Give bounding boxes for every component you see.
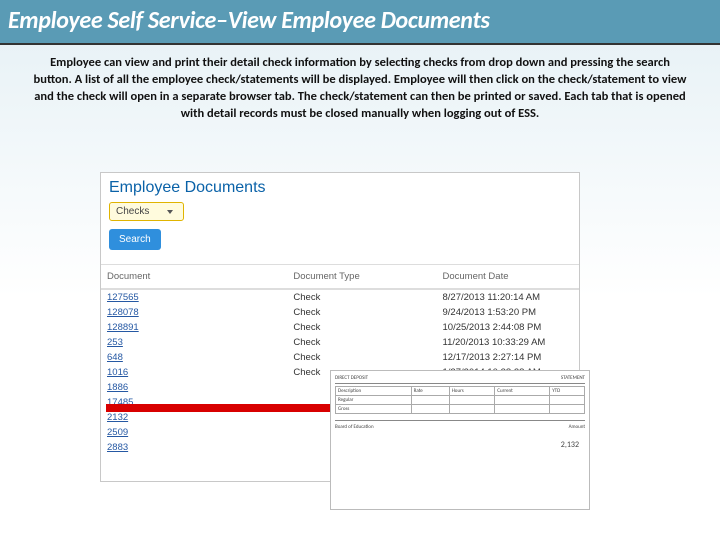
col-type: Document Type: [293, 271, 442, 282]
document-link[interactable]: 128891: [107, 322, 293, 333]
document-link[interactable]: 2132: [107, 412, 293, 423]
document-date: 9/24/2013 1:53:20 PM: [443, 307, 573, 318]
search-button[interactable]: Search: [109, 229, 161, 250]
document-date: 12/17/2013 2:27:14 PM: [443, 352, 573, 363]
document-type: Check: [293, 292, 442, 303]
intro-paragraph: Employee can view and print their detail…: [0, 45, 720, 127]
chevron-down-icon: [167, 210, 173, 214]
check-amount: 2,132: [335, 440, 585, 450]
document-link[interactable]: 127565: [107, 292, 293, 303]
document-type: Check: [293, 337, 442, 348]
table-row: 128078Check9/24/2013 1:53:20 PM: [101, 305, 579, 320]
document-link[interactable]: 128078: [107, 307, 293, 318]
table-row: 253Check11/20/2013 10:33:29 AM: [101, 335, 579, 350]
page-title: Employee Documents: [101, 173, 579, 201]
document-link[interactable]: 1886: [107, 382, 293, 393]
document-date: 8/27/2013 11:20:14 AM: [443, 292, 573, 303]
document-type: Check: [293, 307, 442, 318]
document-link[interactable]: 2509: [107, 427, 293, 438]
check-issuer: Board of Education: [335, 424, 374, 430]
document-type: Check: [293, 322, 442, 333]
table-row: 128891Check10/25/2013 2:44:08 PM: [101, 320, 579, 335]
document-link[interactable]: 648: [107, 352, 293, 363]
check-header-left: DIRECT DEPOSIT: [335, 375, 368, 381]
document-link[interactable]: 1016: [107, 367, 293, 378]
document-link[interactable]: 2883: [107, 442, 293, 453]
col-document: Document: [107, 271, 293, 282]
check-detail-popup: DIRECT DEPOSIT STATEMENT DescriptionRate…: [330, 370, 590, 510]
document-date: 11/20/2013 10:33:29 AM: [443, 337, 573, 348]
table-row: 127565Check8/27/2013 11:20:14 AM: [101, 290, 579, 305]
dropdown-label: Checks: [116, 206, 149, 217]
slide-title: Employee Self Service–View Employee Docu…: [0, 0, 720, 45]
document-type: Check: [293, 352, 442, 363]
check-earnings-table: DescriptionRateHoursCurrentYTD Regular G…: [335, 386, 585, 414]
checks-dropdown[interactable]: Checks: [109, 202, 184, 221]
annotation-arrow: [106, 404, 336, 412]
table-header: Document Document Type Document Date: [101, 265, 579, 290]
document-date: 10/25/2013 2:44:08 PM: [443, 322, 573, 333]
check-header-right: STATEMENT: [561, 375, 585, 381]
table-row: 648Check12/17/2013 2:27:14 PM: [101, 350, 579, 365]
check-amount-label: Amount: [569, 424, 585, 430]
col-date: Document Date: [443, 271, 573, 282]
document-link[interactable]: 253: [107, 337, 293, 348]
